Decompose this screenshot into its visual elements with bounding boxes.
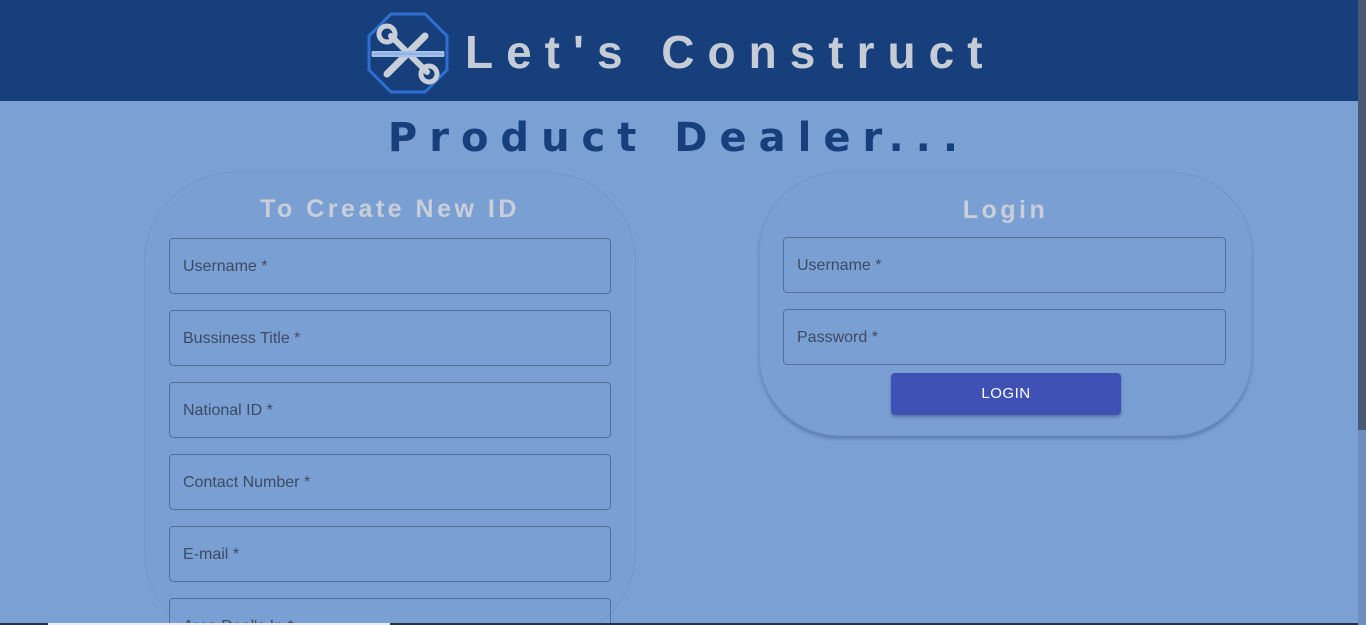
contact-number-label: Contact Number * [183,474,311,491]
national-id-label: National ID * [183,402,273,419]
site-title: Let's Construct [465,26,996,78]
national-id-field[interactable]: National ID * [169,382,611,438]
login-title: Login [962,196,1049,224]
create-id-card: To Create New ID Username * Bussiness Ti… [144,172,636,625]
wrench-screwdriver-logo-icon [367,12,449,94]
email-field[interactable]: E-mail * [169,526,611,582]
create-username-field[interactable]: Username * [169,238,611,294]
create-username-label: Username * [183,258,268,275]
scrollbar-thumb[interactable] [1358,0,1366,430]
vertical-scrollbar[interactable] [1358,0,1366,625]
login-username-label: Username * [797,257,882,274]
area-deals-in-field[interactable]: Area Deal's In * [169,598,611,625]
contact-number-field[interactable]: Contact Number * [169,454,611,510]
header-bar: Let's Construct [0,0,1358,101]
login-button[interactable]: LOGIN [891,373,1121,415]
page: Let's Construct Product Dealer... To Cre… [0,0,1366,625]
create-id-title: To Create New ID [260,195,520,223]
page-subtitle: Product Dealer... [387,115,971,161]
login-username-field[interactable]: Username * [783,237,1226,293]
business-title-label: Bussiness Title * [183,330,301,347]
email-label: E-mail * [183,546,240,563]
login-password-field[interactable]: Password * [783,309,1226,365]
business-title-field[interactable]: Bussiness Title * [169,310,611,366]
login-password-label: Password * [797,329,878,346]
login-card: Login Username * Password * LOGIN [759,172,1252,436]
